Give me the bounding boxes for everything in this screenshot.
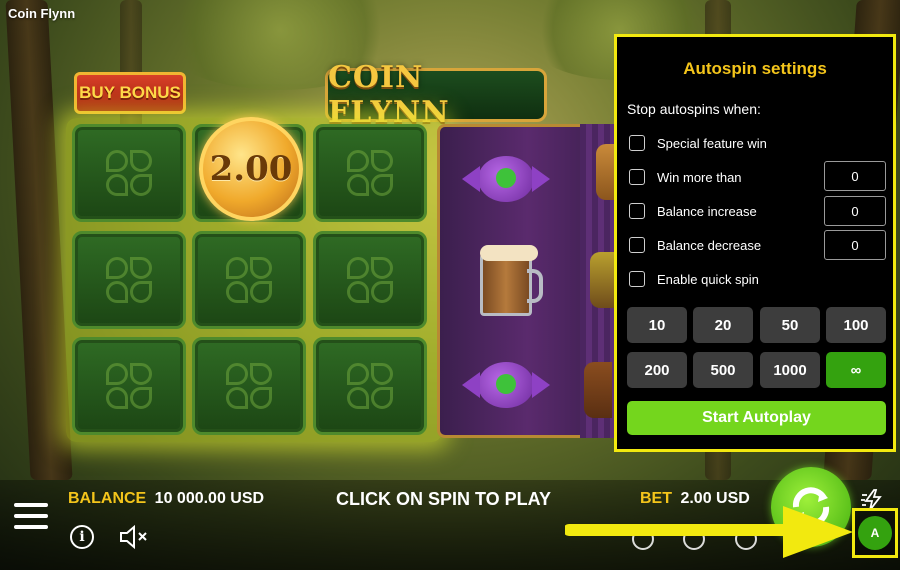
win-more-than-checkbox[interactable] bbox=[629, 169, 645, 185]
option-balance-increase[interactable]: Balance increase bbox=[629, 201, 757, 221]
partial-symbol bbox=[584, 362, 612, 418]
app-title: Coin Flynn bbox=[8, 6, 76, 21]
clover-icon bbox=[347, 363, 393, 409]
option-balance-decrease[interactable]: Balance decrease bbox=[629, 235, 761, 255]
option-label: Balance decrease bbox=[657, 237, 762, 253]
grid-tile bbox=[72, 337, 186, 435]
autospin-count-1000[interactable]: 1000 bbox=[760, 352, 820, 388]
candy-symbol bbox=[462, 362, 550, 408]
grid-tile bbox=[192, 231, 306, 329]
win-more-than-input[interactable] bbox=[824, 161, 886, 191]
bet-increase-button[interactable] bbox=[735, 528, 757, 550]
option-label: Special feature win bbox=[657, 135, 767, 151]
balance-increase-checkbox[interactable] bbox=[629, 203, 645, 219]
option-enable-quick-spin[interactable]: Enable quick spin bbox=[629, 269, 759, 289]
option-win-more-than[interactable]: Win more than bbox=[629, 167, 742, 187]
option-label: Balance increase bbox=[657, 203, 757, 219]
autoplay-icon: A bbox=[858, 516, 892, 550]
clover-icon bbox=[106, 363, 152, 409]
grid-tile bbox=[192, 337, 306, 435]
grid-tile bbox=[72, 231, 186, 329]
spin-arrows-icon bbox=[792, 487, 830, 527]
autospin-count-10[interactable]: 10 bbox=[627, 307, 687, 343]
sound-muted-icon[interactable] bbox=[118, 524, 150, 550]
balance-display: BALANCE 10 000.00 USD bbox=[68, 490, 264, 508]
clover-icon bbox=[347, 257, 393, 303]
autoplay-button[interactable]: A bbox=[852, 508, 898, 558]
clover-icon bbox=[226, 257, 272, 303]
option-label: Win more than bbox=[657, 169, 742, 185]
balance-label: BALANCE bbox=[68, 490, 147, 507]
grid-tile bbox=[313, 231, 427, 329]
start-autoplay-button[interactable]: Start Autoplay bbox=[627, 401, 886, 435]
clover-icon bbox=[347, 150, 393, 196]
spin-prompt: CLICK ON SPIN TO PLAY bbox=[336, 489, 552, 509]
autospin-count-100[interactable]: 100 bbox=[826, 307, 886, 343]
hamburger-menu-icon[interactable] bbox=[14, 503, 48, 531]
bet-label: BET bbox=[640, 490, 672, 507]
option-label: Enable quick spin bbox=[657, 271, 759, 287]
spin-button[interactable] bbox=[771, 467, 851, 547]
enable-quick-spin-checkbox[interactable] bbox=[629, 271, 645, 287]
bet-coins-button[interactable] bbox=[683, 528, 705, 550]
balance-decrease-checkbox[interactable] bbox=[629, 237, 645, 253]
special-feature-win-checkbox[interactable] bbox=[629, 135, 645, 151]
autospin-count-50[interactable]: 50 bbox=[760, 307, 820, 343]
autospin-count-20[interactable]: 20 bbox=[693, 307, 753, 343]
grid-tile bbox=[313, 337, 427, 435]
autospin-settings-panel: Autospin settings Stop autospins when: S… bbox=[614, 34, 896, 452]
candy-symbol bbox=[462, 156, 550, 202]
autospin-count-500[interactable]: 500 bbox=[693, 352, 753, 388]
game-logo: COIN FLYNN bbox=[325, 60, 547, 130]
background-tree bbox=[5, 0, 73, 480]
stop-autospins-label: Stop autospins when: bbox=[627, 101, 761, 117]
autospin-count-infinite[interactable]: ∞ bbox=[826, 352, 886, 388]
bet-display: BET 2.00 USD bbox=[640, 490, 750, 508]
clover-icon bbox=[106, 257, 152, 303]
bet-value: 2.00 USD bbox=[680, 490, 750, 507]
grid-tile bbox=[72, 124, 186, 222]
info-icon[interactable]: i bbox=[70, 525, 94, 549]
clover-icon bbox=[226, 363, 272, 409]
mug-symbol bbox=[480, 245, 543, 316]
balance-increase-input[interactable] bbox=[824, 196, 886, 226]
bet-decrease-button[interactable] bbox=[632, 528, 654, 550]
coin-symbol: 2.00 bbox=[199, 117, 303, 221]
clover-icon bbox=[106, 150, 152, 196]
autospin-count-200[interactable]: 200 bbox=[627, 352, 687, 388]
balance-decrease-input[interactable] bbox=[824, 230, 886, 260]
option-special-feature-win[interactable]: Special feature win bbox=[629, 133, 767, 153]
autospin-settings-title: Autospin settings bbox=[683, 59, 827, 78]
balance-value: 10 000.00 USD bbox=[154, 490, 265, 507]
grid-tile bbox=[313, 124, 427, 222]
buy-bonus-button[interactable]: BUY BONUS bbox=[74, 72, 186, 114]
